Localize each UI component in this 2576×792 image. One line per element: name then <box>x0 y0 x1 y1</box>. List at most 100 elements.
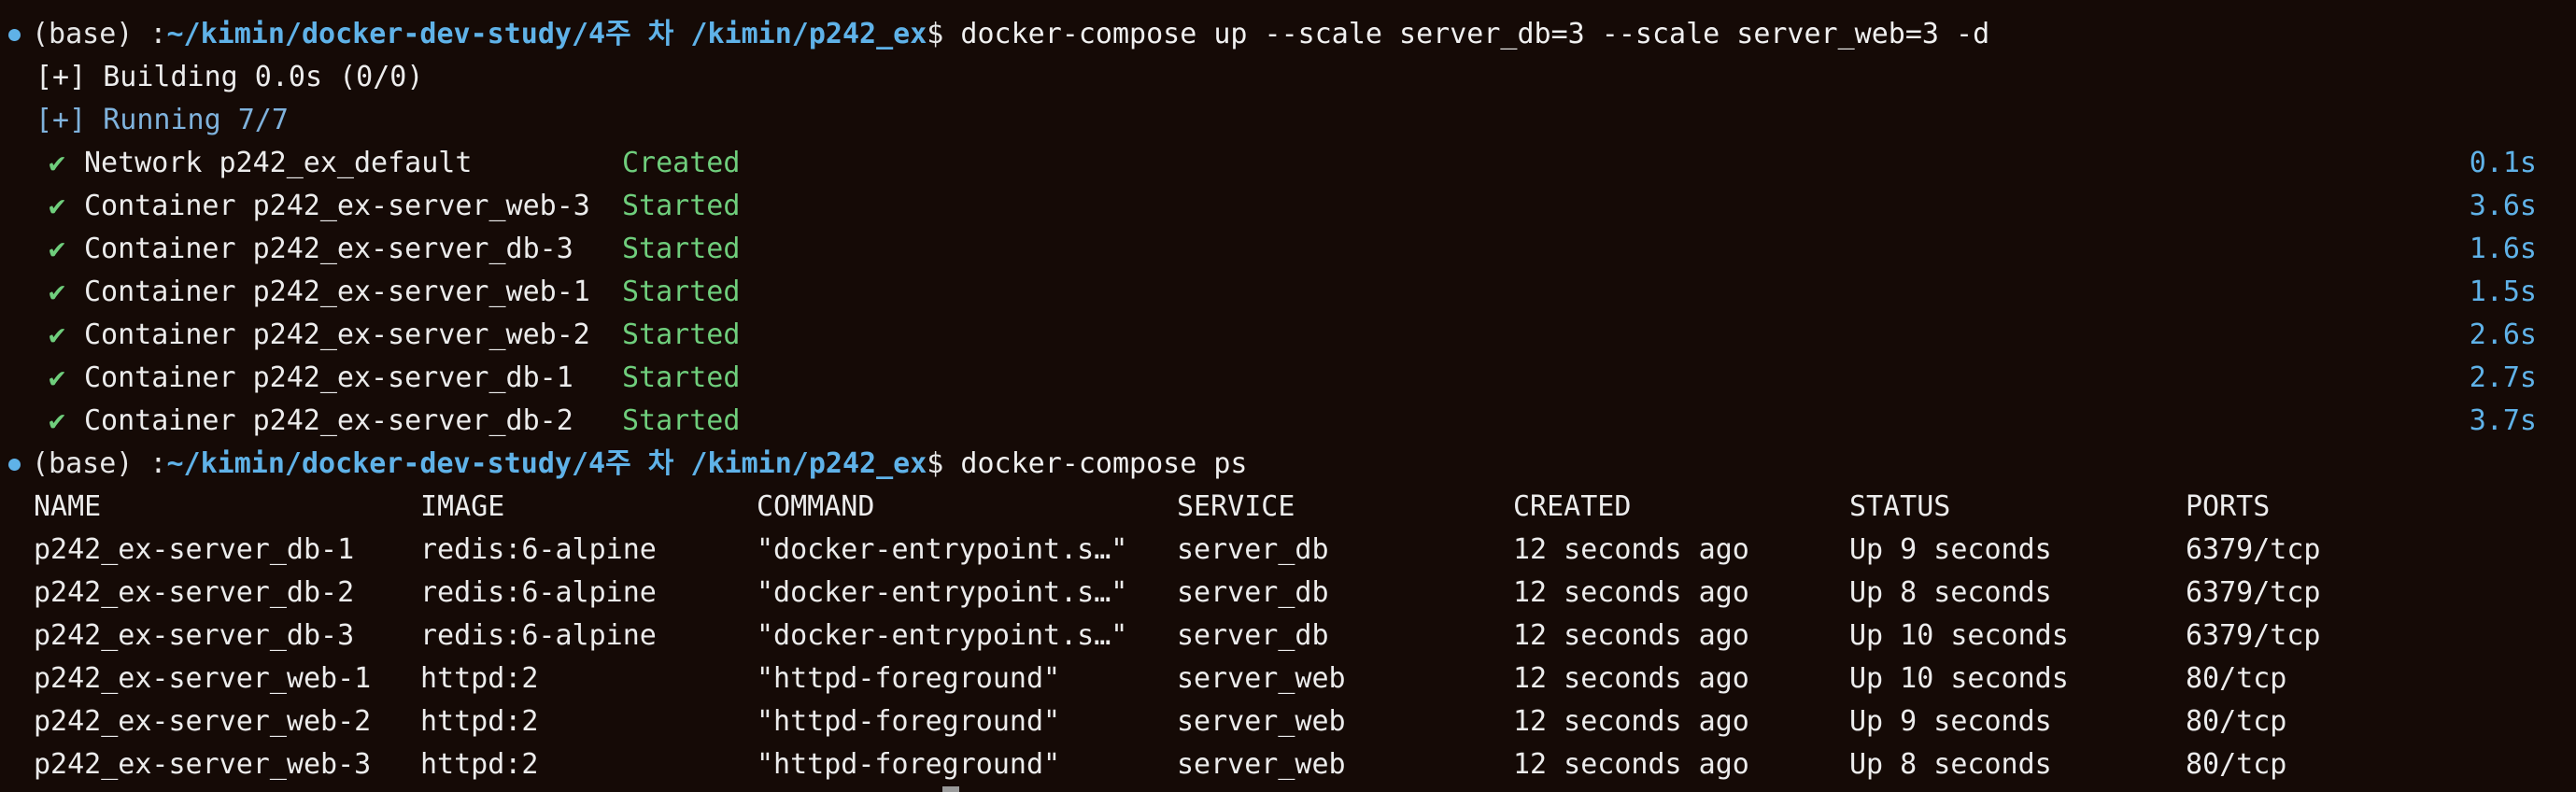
result-resource-name: Network p242_ex_default <box>84 147 473 179</box>
cell-ports: 80/tcp <box>2186 662 2287 695</box>
column-header-image: IMAGE <box>420 490 505 523</box>
result-row: ✔ Container p242_ex-server_db-2 Started 3.7… <box>0 400 2576 443</box>
cell-command: "docker-entrypoint.s…" <box>757 533 1128 566</box>
running-line: [+] Running 7/7 <box>0 99 2576 142</box>
cell-created: 12 seconds ago <box>1513 533 1749 566</box>
result-resource-name: Container p242_ex-server_db-2 <box>84 404 573 437</box>
prompt-status-dot-icon <box>8 459 21 471</box>
cell-service: server_db <box>1177 576 1329 609</box>
cell-command: "httpd-foreground" <box>757 705 1061 738</box>
building-line: [+] Building 0.0s (0/0) <box>0 56 2576 99</box>
result-duration: 2.7s <box>2469 361 2537 394</box>
result-status: Started <box>622 404 741 437</box>
result-row: ✔ Container p242_ex-server_web-2 Started 2.… <box>0 314 2576 357</box>
result-resource-name: Container p242_ex-server_db-3 <box>84 233 573 265</box>
column-header-status: STATUS <box>1849 490 1951 523</box>
cell-created: 12 seconds ago <box>1513 619 1749 652</box>
result-duration: 2.6s <box>2469 318 2537 351</box>
cell-image: redis:6-alpine <box>420 533 657 566</box>
running-text: [+] Running 7/7 <box>35 104 289 136</box>
prompt-symbol: $ <box>927 18 961 50</box>
result-status: Started <box>622 318 741 351</box>
cell-image: redis:6-alpine <box>420 576 657 609</box>
cell-command: "httpd-foreground" <box>757 748 1061 781</box>
cell-ports: 6379/tcp <box>2186 619 2321 652</box>
prompt-status-dot-icon <box>8 29 21 41</box>
text-cursor <box>942 786 959 792</box>
checkmark-icon: ✔ <box>49 404 66 437</box>
cell-status: Up 10 seconds <box>1849 662 2069 695</box>
cell-service: server_db <box>1177 619 1329 652</box>
result-duration: 3.7s <box>2469 404 2537 437</box>
cell-name: p242_ex-server_db-2 <box>34 576 355 609</box>
column-header-service: SERVICE <box>1177 490 1295 523</box>
result-row: ✔ Container p242_ex-server_db-3 Started 1.6… <box>0 228 2576 271</box>
table-row: p242_ex-server_web-1 httpd:2 "httpd-foregr… <box>0 658 2576 700</box>
cell-name: p242_ex-server_db-1 <box>34 533 355 566</box>
cell-status: Up 10 seconds <box>1849 619 2069 652</box>
cell-service: server_web <box>1177 748 1346 781</box>
cell-command: "httpd-foreground" <box>757 662 1061 695</box>
cell-image: httpd:2 <box>420 705 539 738</box>
cell-ports: 6379/tcp <box>2186 576 2321 609</box>
result-row: ✔ Container p242_ex-server_web-1 Started 1.… <box>0 271 2576 314</box>
cell-ports: 80/tcp <box>2186 748 2287 781</box>
cell-image: httpd:2 <box>420 662 539 695</box>
table-row: p242_ex-server_db-3 redis:6-alpine "docker… <box>0 615 2576 658</box>
cell-status: Up 8 seconds <box>1849 576 2052 609</box>
cell-command: "docker-entrypoint.s…" <box>757 619 1128 652</box>
prompt-env: (base) : <box>32 447 167 480</box>
prompt-1: (base) :~/kimin/docker-dev-study/4주 차 /k… <box>32 13 1989 56</box>
cell-name: p242_ex-server_web-3 <box>34 748 372 781</box>
cell-ports: 6379/tcp <box>2186 533 2321 566</box>
cell-status: Up 9 seconds <box>1849 533 2052 566</box>
command-text: docker-compose up --scale server_db=3 --… <box>960 18 1990 50</box>
result-status: Started <box>622 190 741 222</box>
cell-created: 12 seconds ago <box>1513 576 1749 609</box>
cell-name: p242_ex-server_web-2 <box>34 705 372 738</box>
result-duration: 1.5s <box>2469 276 2537 308</box>
checkmark-icon: ✔ <box>49 190 66 222</box>
prompt-line-2: (base) :~/kimin/docker-dev-study/4주 차 /k… <box>0 443 2576 486</box>
table-row: p242_ex-server_db-1 redis:6-alpine "docker… <box>0 529 2576 572</box>
column-header-name: NAME <box>34 490 102 523</box>
terminal-window[interactable]: (base) :~/kimin/docker-dev-study/4주 차 /k… <box>0 0 2576 792</box>
result-row: ✔ Network p242_ex_default Created 0.1s <box>0 142 2576 185</box>
cell-service: server_web <box>1177 705 1346 738</box>
table-row: p242_ex-server_web-3 httpd:2 "httpd-foregr… <box>0 743 2576 786</box>
table-row: p242_ex-server_web-2 httpd:2 "httpd-foregr… <box>0 700 2576 743</box>
result-duration: 3.6s <box>2469 190 2537 222</box>
building-text: [+] Building 0.0s (0/0) <box>35 61 424 93</box>
result-status: Started <box>622 233 741 265</box>
table-row: p242_ex-server_db-2 redis:6-alpine "docker… <box>0 572 2576 615</box>
prompt-path: ~/kimin/docker-dev-study/4주 차 /kimin/p24… <box>166 447 927 480</box>
result-row: ✔ Container p242_ex-server_web-3 Started 3.… <box>0 185 2576 228</box>
table-header-row: NAME IMAGE COMMAND SERVICE CREATED STATUS PORT… <box>0 486 2576 529</box>
cell-image: httpd:2 <box>420 748 539 781</box>
result-status: Started <box>622 361 741 394</box>
result-duration: 0.1s <box>2469 147 2537 179</box>
checkmark-icon: ✔ <box>49 233 66 265</box>
cell-command: "docker-entrypoint.s…" <box>757 576 1128 609</box>
result-status: Started <box>622 276 741 308</box>
cell-image: redis:6-alpine <box>420 619 657 652</box>
checkmark-icon: ✔ <box>49 318 66 351</box>
result-resource-name: Container p242_ex-server_web-3 <box>84 190 590 222</box>
result-row: ✔ Container p242_ex-server_db-1 Started 2.7… <box>0 357 2576 400</box>
result-resource-name: Container p242_ex-server_db-1 <box>84 361 573 394</box>
cell-service: server_web <box>1177 662 1346 695</box>
result-status: Created <box>622 147 741 179</box>
cell-status: Up 8 seconds <box>1849 748 2052 781</box>
cell-created: 12 seconds ago <box>1513 662 1749 695</box>
cell-created: 12 seconds ago <box>1513 748 1749 781</box>
column-header-ports: PORTS <box>2186 490 2271 523</box>
cell-name: p242_ex-server_db-3 <box>34 619 355 652</box>
prompt-symbol: $ <box>927 447 961 480</box>
result-resource-name: Container p242_ex-server_web-1 <box>84 276 590 308</box>
cell-status: Up 9 seconds <box>1849 705 2052 738</box>
checkmark-icon: ✔ <box>49 276 66 308</box>
checkmark-icon: ✔ <box>49 361 66 394</box>
cell-created: 12 seconds ago <box>1513 705 1749 738</box>
result-duration: 1.6s <box>2469 233 2537 265</box>
prompt-line-1: (base) :~/kimin/docker-dev-study/4주 차 /k… <box>0 13 2576 56</box>
